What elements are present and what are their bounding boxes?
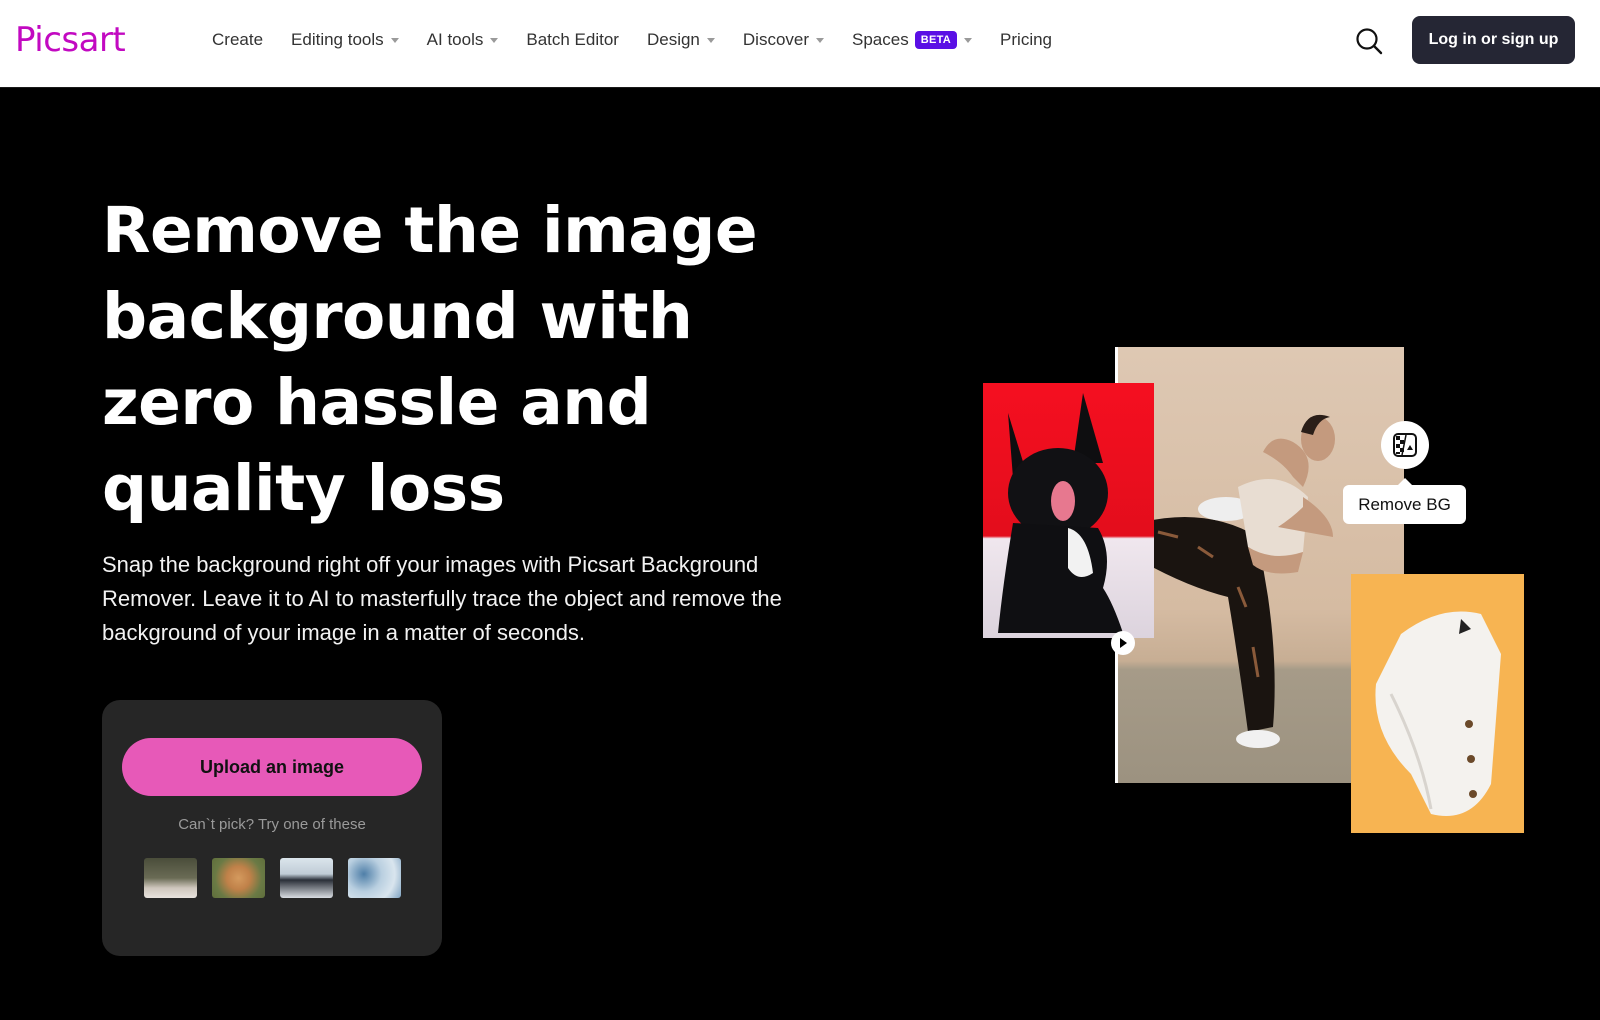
nav-label: Pricing xyxy=(1000,30,1053,49)
search-icon xyxy=(1356,28,1383,55)
sample-images xyxy=(144,858,401,898)
white-cardigan xyxy=(1375,611,1501,816)
caret-down-icon xyxy=(964,37,973,43)
beta-badge: BETA xyxy=(914,31,958,49)
upload-image-button[interactable]: Upload an image xyxy=(122,738,422,796)
nav-label: Discover xyxy=(742,30,810,49)
nav-discover[interactable]: Discover xyxy=(742,30,825,50)
login-signup-button[interactable]: Log in or sign up xyxy=(1412,16,1575,64)
sample-image-coffee-cup[interactable] xyxy=(144,858,197,898)
sample-image-jumping-friends[interactable] xyxy=(280,858,333,898)
nav-label: Spaces xyxy=(852,30,909,49)
remove-bg-tooltip: Remove BG xyxy=(1343,478,1466,524)
nav-label: Create xyxy=(212,30,264,49)
caret-down-icon xyxy=(490,37,499,43)
before-after-slider-handle[interactable] xyxy=(1111,631,1135,655)
main-nav: Create Editing tools AI tools Batch Edit… xyxy=(212,0,1080,80)
sample-image-hand-sky[interactable] xyxy=(348,858,401,898)
caret-down-icon xyxy=(390,37,399,43)
hero-title: Remove the image background with zero ha… xyxy=(102,194,758,525)
sample-image-dog[interactable] xyxy=(212,858,265,898)
dog-photo xyxy=(983,383,1154,638)
nav-pricing[interactable]: Pricing xyxy=(1000,30,1052,50)
hero-description: Snap the background right off your image… xyxy=(102,552,782,645)
cardigan-photo xyxy=(1351,574,1524,833)
nav-label: Design xyxy=(646,30,700,49)
nav-design[interactable]: Design xyxy=(647,30,715,50)
nav-batch-editor[interactable]: Batch Editor xyxy=(526,30,619,50)
upload-card: Upload an image Can`t pick? Try one of t… xyxy=(102,700,442,956)
caret-down-icon xyxy=(816,37,825,43)
nav-spaces[interactable]: Spaces BETA xyxy=(852,30,973,50)
caret-down-icon xyxy=(706,37,715,43)
remove-bg-icon-button[interactable] xyxy=(1381,421,1429,469)
search-button[interactable] xyxy=(1354,26,1384,56)
nav-ai-tools[interactable]: AI tools xyxy=(427,30,499,50)
nav-label: Editing tools xyxy=(291,30,384,49)
nav-editing-tools[interactable]: Editing tools xyxy=(291,30,399,50)
nav-create[interactable]: Create xyxy=(212,30,263,50)
top-navigation: Picsart Create Editing tools AI tools Ba… xyxy=(0,0,1600,88)
nav-label: AI tools xyxy=(426,30,484,49)
nav-label: Batch Editor xyxy=(526,30,619,49)
picsart-logo[interactable]: Picsart xyxy=(15,18,126,62)
french-bulldog xyxy=(998,393,1123,633)
try-samples-label: Can`t pick? Try one of these xyxy=(178,816,366,833)
remove-bg-icon xyxy=(1393,433,1417,457)
